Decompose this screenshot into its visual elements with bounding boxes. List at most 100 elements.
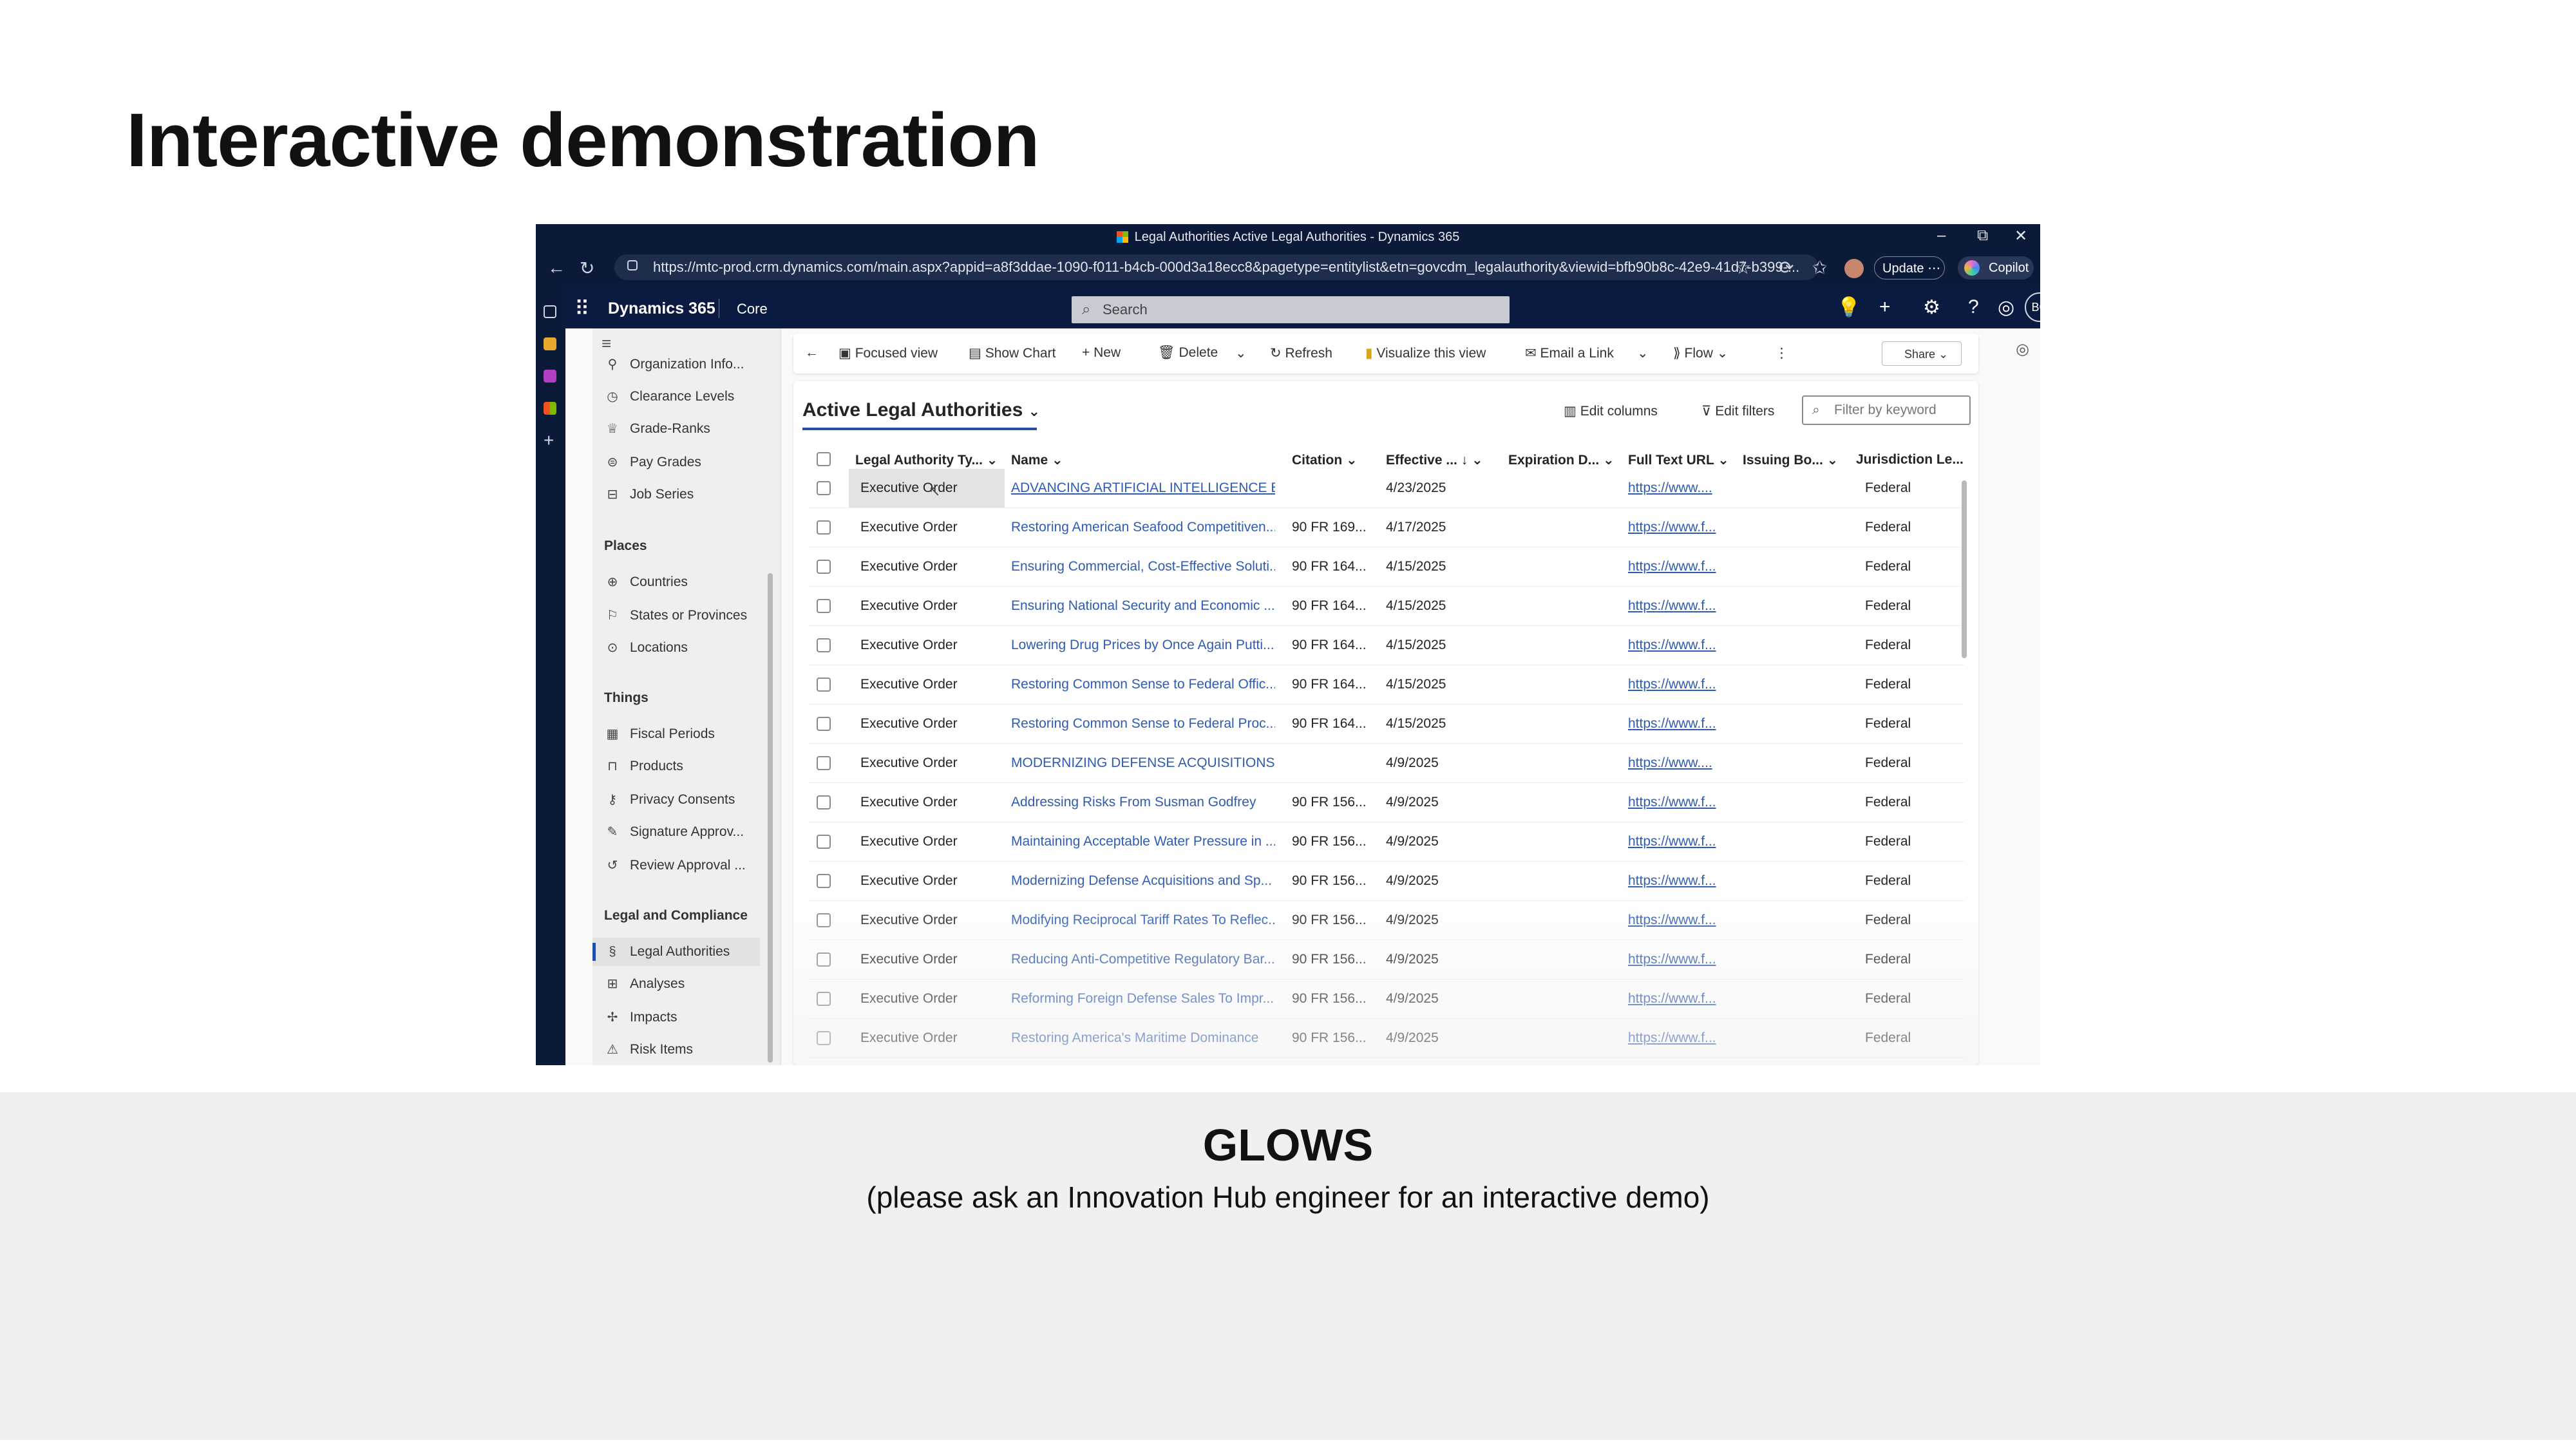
cell-url-link[interactable]: https://www.f... xyxy=(1628,834,1716,849)
table-row[interactable]: Executive Order MODERNIZING DEFENSE ACQUI… xyxy=(809,744,1964,783)
restore-button[interactable]: ⧉ xyxy=(1977,227,1988,245)
sidebar-item-states-or-provinces[interactable]: ⚐ States or Provinces xyxy=(592,601,760,630)
cell-name-link[interactable]: ADVANCING ARTIFICIAL INTELLIGENCE ED... xyxy=(1011,480,1275,496)
table-row[interactable]: Executive Order Reforming Foreign Defense… xyxy=(809,980,1964,1019)
sidebar-item-locations[interactable]: ⊙ Locations xyxy=(592,634,760,662)
cell-name-link[interactable]: Restoring American Seafood Competitiven.… xyxy=(1011,520,1275,535)
app-brand[interactable]: Dynamics 365 xyxy=(608,299,715,318)
grid-scrollbar[interactable] xyxy=(1962,480,1967,658)
help-icon[interactable]: ? xyxy=(1968,296,1979,318)
share-button[interactable]: Share ⌄ xyxy=(1882,341,1962,366)
row-checkbox[interactable] xyxy=(817,599,831,613)
table-row[interactable]: Executive Order ADVANCING ARTIFICIAL INTE… xyxy=(809,469,1964,508)
view-selector[interactable]: Active Legal Authorities ⌄ xyxy=(802,399,1040,421)
cell-name-link[interactable]: Reforming Foreign Defense Sales To Impr.… xyxy=(1011,991,1275,1007)
global-search-input[interactable]: ⌕ Search xyxy=(1072,296,1510,323)
sidebar-item-fiscal-periods[interactable]: ▦ Fiscal Periods xyxy=(592,720,760,748)
row-checkbox[interactable] xyxy=(817,795,831,810)
row-checkbox[interactable] xyxy=(817,992,831,1006)
cell-name-link[interactable]: Ensuring National Security and Economic … xyxy=(1011,598,1275,614)
lightbulb-icon[interactable]: 💡 xyxy=(1837,296,1861,319)
settings-gear-icon[interactable]: ⚙ xyxy=(1923,296,1940,319)
cell-url-link[interactable]: https://www.f... xyxy=(1628,913,1716,928)
sidebar-item-organization-info[interactable]: ⚲ Organization Info... xyxy=(592,350,760,379)
app-area-name[interactable]: Core xyxy=(737,301,768,317)
row-checkbox[interactable] xyxy=(817,756,831,770)
app-tab-icon[interactable] xyxy=(544,337,556,350)
cell-name-link[interactable]: Maintaining Acceptable Water Pressure in… xyxy=(1011,834,1275,849)
cell-name-link[interactable]: Modernizing Defense Acquisitions and Sp.… xyxy=(1011,873,1275,889)
visualize-button[interactable]: ▮ Visualize this view xyxy=(1365,345,1486,361)
cell-url-link[interactable]: https://www.f... xyxy=(1628,991,1716,1007)
filter-keyword-input[interactable]: ⌕ Filter by keyword xyxy=(1802,395,1971,425)
row-checkbox[interactable] xyxy=(817,481,831,495)
app-launcher-icon[interactable]: ⠿ xyxy=(574,296,589,321)
cell-name-link[interactable]: Restoring America's Maritime Dominance xyxy=(1011,1030,1275,1046)
cell-name-link[interactable]: Ensuring Commercial, Cost-Effective Solu… xyxy=(1011,559,1275,574)
row-checkbox[interactable] xyxy=(817,874,831,888)
favorite-star-icon[interactable]: ☆ xyxy=(1735,257,1751,278)
column-header-effective[interactable]: Effective ... ↓ ⌄ xyxy=(1386,452,1483,468)
sidebar-item-clearance-levels[interactable]: ◷ Clearance Levels xyxy=(592,383,760,411)
sidebar-scrollbar[interactable] xyxy=(768,573,773,1063)
extension-icon[interactable]: ⟳ xyxy=(1779,257,1794,278)
row-checkbox[interactable] xyxy=(817,717,831,731)
cell-url-link[interactable]: https://www.f... xyxy=(1628,559,1716,574)
browser-profile-avatar[interactable] xyxy=(1844,259,1864,278)
table-row[interactable]: Executive Order Restoring American Seafoo… xyxy=(809,508,1964,547)
row-checkbox[interactable] xyxy=(817,835,831,849)
sidebar-item-products[interactable]: ⊓ Products xyxy=(592,752,760,781)
email-link-button[interactable]: ✉ Email a Link xyxy=(1525,345,1614,361)
column-header-expiration[interactable]: Expiration D... ⌄ xyxy=(1508,452,1615,468)
cell-name-link[interactable]: Modifying Reciprocal Tariff Rates To Ref… xyxy=(1011,913,1275,928)
sidebar-item-analyses[interactable]: ⊞ Analyses xyxy=(592,970,760,998)
column-header-issuing-body[interactable]: Issuing Bo... ⌄ xyxy=(1743,452,1838,468)
refresh-button[interactable]: ↻ Refresh xyxy=(1270,345,1332,361)
table-row[interactable]: Executive Order Ensuring National Securit… xyxy=(809,587,1964,626)
cell-name-link[interactable]: Lowering Drug Prices by Once Again Putti… xyxy=(1011,638,1275,653)
more-commands-chevron-icon[interactable]: ⌄ xyxy=(1235,345,1247,361)
copilot-pane-icon[interactable]: ◎ xyxy=(1998,296,2014,319)
update-button[interactable]: Update ⋯ xyxy=(1874,256,1945,279)
flow-button[interactable]: ⟫ Flow ⌄ xyxy=(1673,345,1728,361)
column-header-full-text-url[interactable]: Full Text URL ⌄ xyxy=(1628,452,1729,468)
cell-url-link[interactable]: https://www.f... xyxy=(1628,677,1716,692)
row-checkbox[interactable] xyxy=(817,952,831,967)
row-checkbox[interactable] xyxy=(817,913,831,927)
table-row[interactable]: Executive Order Reducing Anti-Competitive… xyxy=(809,940,1964,980)
cell-url-link[interactable]: https://www.... xyxy=(1628,755,1712,771)
tab-panel-icon[interactable] xyxy=(544,305,556,318)
table-row[interactable]: Executive Order Modifying Reciprocal Tari… xyxy=(809,901,1964,940)
cell-url-link[interactable]: https://www.f... xyxy=(1628,952,1716,967)
column-header-name[interactable]: Name ⌄ xyxy=(1011,452,1063,468)
sidebar-item-review-approvals[interactable]: ↺ Review Approval ... xyxy=(592,851,760,880)
minimize-button[interactable]: – xyxy=(1937,227,1946,245)
cell-url-link[interactable]: https://www.f... xyxy=(1628,716,1716,732)
cell-url-link[interactable]: https://www.f... xyxy=(1628,638,1716,653)
edit-columns-button[interactable]: ▥ Edit columns xyxy=(1564,403,1658,419)
column-header-citation[interactable]: Citation ⌄ xyxy=(1292,452,1358,468)
cell-url-link[interactable]: https://www.f... xyxy=(1628,873,1716,889)
sidebar-item-job-series[interactable]: ⊟ Job Series xyxy=(592,480,760,509)
power-apps-tab-icon[interactable] xyxy=(544,370,556,383)
cell-url-link[interactable]: https://www.f... xyxy=(1628,795,1716,810)
email-chevron-icon[interactable]: ⌄ xyxy=(1637,345,1649,361)
cell-name-link[interactable]: Addressing Risks From Susman Godfrey xyxy=(1011,795,1275,810)
sidebar-item-grade-ranks[interactable]: ♕ Grade-Ranks xyxy=(592,415,760,443)
row-checkbox[interactable] xyxy=(817,560,831,574)
cell-name-link[interactable]: Restoring Common Sense to Federal Offic.… xyxy=(1011,677,1275,692)
address-bar[interactable]: https://mtc-prod.crm.dynamics.com/main.a… xyxy=(614,254,1819,280)
sidebar-item-impacts[interactable]: ✢ Impacts xyxy=(592,1003,760,1032)
new-button[interactable]: + New xyxy=(1082,345,1121,361)
column-header-type[interactable]: Legal Authority Ty... ⌄ xyxy=(855,452,998,468)
copilot-button[interactable]: Copilot xyxy=(1958,256,2034,279)
cell-name-link[interactable]: MODERNIZING DEFENSE ACQUISITIONS ... xyxy=(1011,755,1275,771)
overflow-menu-icon[interactable]: ⋮ xyxy=(1775,345,1788,361)
sidebar-item-risk-items[interactable]: ⚠ Risk Items xyxy=(592,1036,760,1064)
user-avatar[interactable]: BC xyxy=(2025,292,2040,322)
row-checkbox[interactable] xyxy=(817,1031,831,1045)
favorites-icon[interactable]: ✩ xyxy=(1812,257,1827,278)
sidebar-item-privacy-consents[interactable]: ⚷ Privacy Consents xyxy=(592,786,760,814)
row-checkbox[interactable] xyxy=(817,677,831,692)
table-row[interactable]: Executive Order Ensuring Commercial, Cost… xyxy=(809,547,1964,587)
